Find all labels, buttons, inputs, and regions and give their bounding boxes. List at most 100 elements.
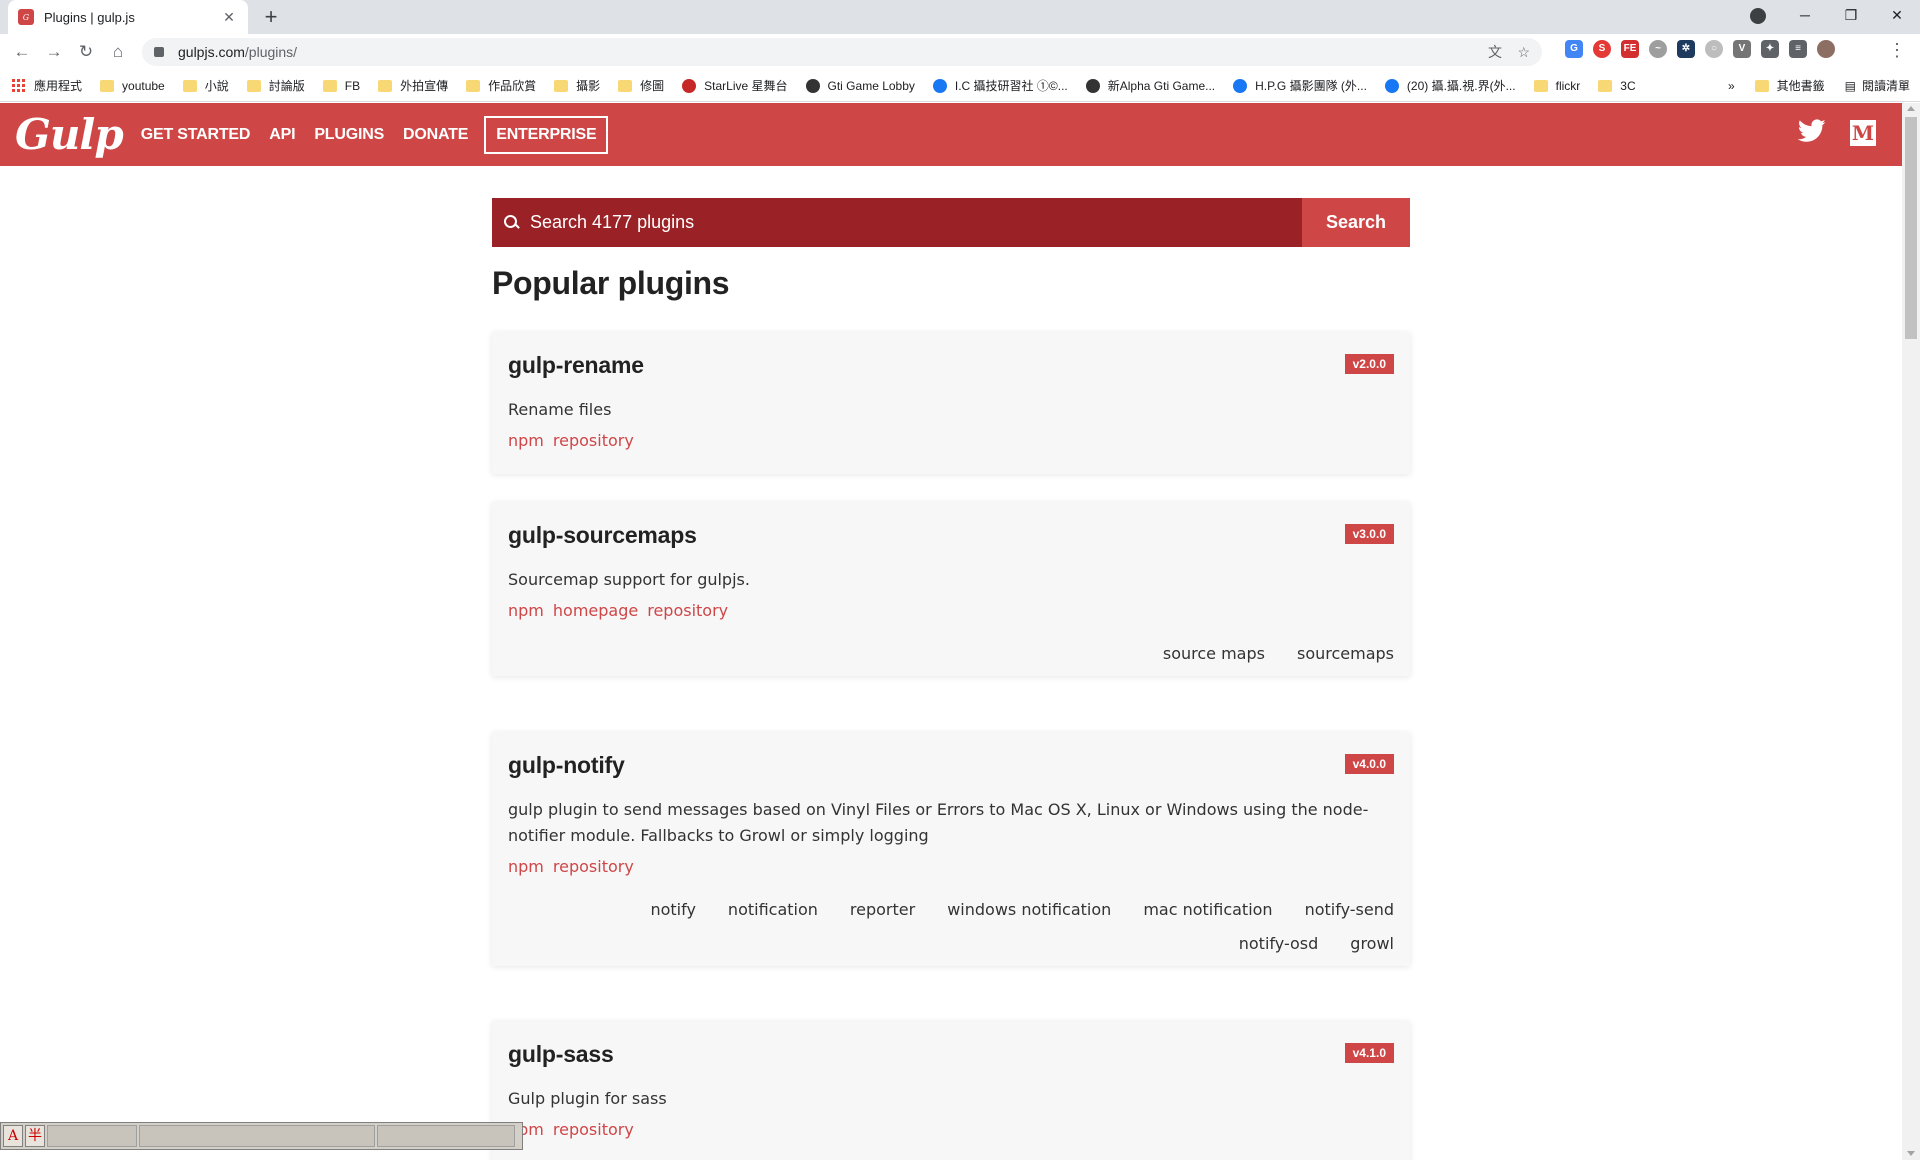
new-tab-button[interactable]: +	[258, 4, 284, 30]
facebook-icon	[1384, 78, 1399, 93]
bookmark-item[interactable]: youtube	[100, 79, 165, 93]
gulp-favicon-icon: G	[18, 9, 34, 25]
bookmark-item[interactable]: 3C	[1598, 79, 1636, 93]
browser-tab-active[interactable]: G Plugins | gulp.js ✕	[8, 0, 248, 34]
s-ext-icon[interactable]: S	[1593, 40, 1611, 58]
bookmark-item[interactable]: 攝影	[554, 77, 600, 94]
bookmark-item[interactable]: flickr	[1533, 79, 1580, 93]
media-control-icon[interactable]: ≡	[1789, 40, 1807, 58]
twitter-icon[interactable]	[1797, 119, 1826, 147]
plugin-link-repository[interactable]: repository	[553, 431, 634, 450]
extension-icons: G S FE ~ ✲ ○ V ✦ ≡	[1565, 40, 1835, 58]
bookmark-item[interactable]: 作品欣賞	[466, 77, 536, 94]
folder-icon	[1598, 79, 1613, 92]
tab-search-icon[interactable]	[1750, 8, 1766, 24]
puzzle-extensions-icon[interactable]: ✦	[1761, 40, 1779, 58]
plugin-link-repository[interactable]: repository	[553, 857, 634, 876]
bookmark-item[interactable]: 應用程式	[12, 77, 82, 94]
plugin-name[interactable]: gulp-sourcemaps	[508, 522, 1394, 549]
bookmark-item[interactable]: 新Alpha Gti Game...	[1085, 77, 1215, 94]
url-text: gulpjs.com/plugins/	[178, 44, 297, 60]
nav-api[interactable]: API	[269, 126, 295, 144]
plugin-links: npm repository	[508, 1120, 1394, 1139]
site-favicon-icon	[1085, 78, 1100, 93]
plugin-link-repository[interactable]: repository	[647, 601, 728, 620]
keyword-tag: windows notification	[947, 900, 1112, 919]
scroll-down-arrow-icon[interactable]	[1907, 1151, 1915, 1156]
nav-enterprise[interactable]: ENTERPRISE	[484, 115, 609, 154]
plugin-search-bar: Search	[492, 198, 1410, 247]
circle-ext-icon[interactable]: ○	[1705, 40, 1723, 58]
bookmark-item[interactable]: 外拍宣傳	[378, 77, 448, 94]
ime-width-toggle[interactable]: 半	[25, 1125, 45, 1147]
bookmark-item[interactable]: 小說	[182, 77, 229, 94]
plugin-link-npm[interactable]: npm	[508, 601, 544, 620]
url-host: gulpjs.com	[178, 44, 245, 60]
keyword-tag: reporter	[849, 900, 916, 919]
plugin-name[interactable]: gulp-rename	[508, 352, 1394, 379]
plugin-link-homepage[interactable]: homepage	[553, 601, 638, 620]
plugin-name[interactable]: gulp-sass	[508, 1041, 1394, 1068]
reading-list[interactable]: ▤ 閱讀清單	[1845, 77, 1910, 94]
tab-close-icon[interactable]: ✕	[220, 9, 238, 26]
cloud-ext-icon[interactable]: ~	[1649, 40, 1667, 58]
scroll-up-arrow-icon[interactable]	[1907, 106, 1915, 111]
bookmark-item[interactable]: H.P.G 攝影團隊 (外...	[1233, 77, 1367, 94]
version-badge: v3.0.0	[1344, 524, 1394, 544]
bookmark-item[interactable]: (20) 攝.攝.視.界(外...	[1384, 77, 1516, 94]
window-close-button[interactable]: ✕	[1874, 0, 1920, 30]
nav-donate[interactable]: DONATE	[403, 126, 468, 144]
react-ext-icon[interactable]: ✲	[1677, 40, 1695, 58]
other-bookmarks-label: 其他書籤	[1776, 79, 1825, 93]
bookmarks-overflow-icon[interactable]: »	[1728, 79, 1735, 93]
bookmark-label: 作品欣賞	[488, 79, 537, 93]
home-icon[interactable]: ⌂	[102, 36, 134, 68]
bookmark-label: 攝影	[576, 79, 601, 93]
back-arrow-icon[interactable]: ←	[6, 36, 38, 68]
other-bookmarks[interactable]: 其他書籤	[1754, 77, 1825, 94]
site-header: Gulp GET STARTED API PLUGINS DONATE ENTE…	[0, 103, 1902, 166]
scrollbar-thumb[interactable]	[1905, 117, 1917, 339]
bookmark-item[interactable]: I.C 攝技研習社 ①©...	[932, 77, 1068, 94]
address-bar[interactable]: gulpjs.com/plugins/ 文 ☆	[142, 38, 1542, 66]
translate-icon[interactable]: 文	[1488, 42, 1502, 62]
forward-arrow-icon[interactable]: →	[38, 36, 70, 68]
plugin-link-npm[interactable]: npm	[508, 431, 544, 450]
fe-ext-icon[interactable]: FE	[1621, 40, 1639, 58]
medium-icon[interactable]: M	[1850, 120, 1876, 146]
reading-list-icon: ▤	[1844, 78, 1856, 93]
bookmark-item[interactable]: StarLive 星舞台	[682, 77, 788, 94]
nav-get-started[interactable]: GET STARTED	[141, 126, 251, 144]
bookmark-item[interactable]: FB	[322, 78, 361, 93]
gulp-logo[interactable]: Gulp	[15, 110, 124, 159]
profile-avatar[interactable]	[1817, 40, 1835, 58]
more-menu-icon[interactable]: ⋮	[1888, 40, 1906, 61]
keyword-tag: sourcemaps	[1296, 644, 1394, 663]
facebook-icon	[1233, 78, 1248, 93]
bookmark-star-icon[interactable]: ☆	[1517, 44, 1530, 61]
url-path: /plugins/	[244, 44, 298, 60]
keyword-tag: notify-send	[1304, 900, 1394, 919]
bookmark-label: 應用程式	[34, 79, 83, 93]
search-input[interactable]	[530, 212, 1130, 233]
google-translate-ext-icon[interactable]: G	[1565, 40, 1583, 58]
bookmark-label: (20) 攝.攝.視.界(外...	[1406, 79, 1516, 93]
search-button[interactable]: Search	[1302, 198, 1410, 247]
plugin-link-npm[interactable]: npm	[508, 857, 544, 876]
folder-icon	[554, 79, 569, 92]
plugin-link-repository[interactable]: repository	[553, 1120, 634, 1139]
plugin-name[interactable]: gulp-notify	[508, 752, 1394, 779]
minimize-button[interactable]: ─	[1782, 0, 1828, 30]
bookmark-item[interactable]: 修圖	[618, 77, 664, 94]
nav-plugins[interactable]: PLUGINS	[314, 126, 384, 144]
page-scrollbar[interactable]	[1902, 103, 1920, 1160]
reload-icon[interactable]: ↻	[70, 36, 102, 68]
bookmark-label: FB	[344, 78, 361, 93]
keyword-tag: notify	[650, 900, 696, 919]
bookmark-item[interactable]: Gti Game Lobby	[805, 78, 915, 93]
bookmark-item[interactable]: 討論版	[246, 77, 305, 94]
restore-button[interactable]: ❐	[1828, 0, 1874, 30]
folder-icon	[466, 79, 481, 92]
vue-ext-icon[interactable]: V	[1733, 40, 1751, 58]
ime-mode-toggle[interactable]: A	[3, 1125, 23, 1147]
